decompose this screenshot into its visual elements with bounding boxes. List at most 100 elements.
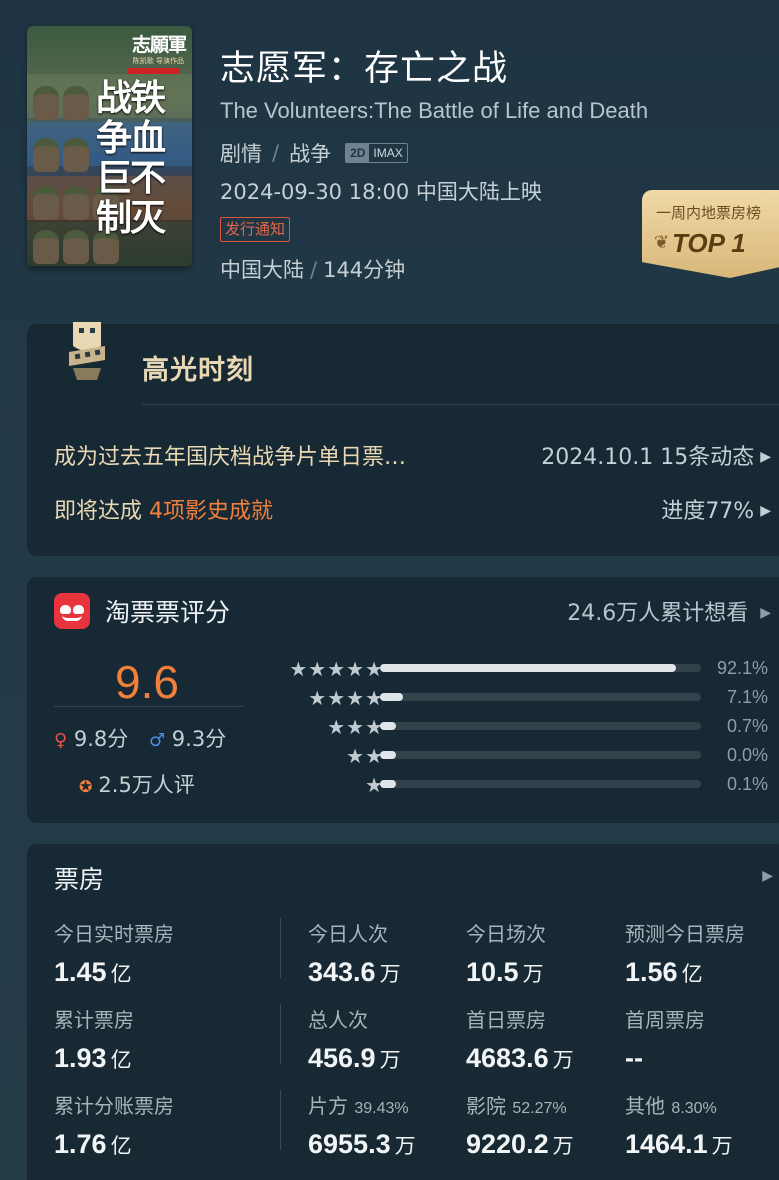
- genre-drama: 剧情: [220, 142, 262, 166]
- separator: /: [272, 141, 280, 165]
- stat-label: 影院 52.27%: [466, 1090, 574, 1119]
- rating-title: 淘票票评分: [105, 598, 231, 627]
- divider: [280, 918, 281, 978]
- poster-title: 战铁 争血 巨不 制灭: [96, 77, 166, 239]
- stat-label-percent: 8.30%: [671, 1100, 717, 1117]
- stat-value: 1.56 亿: [625, 957, 745, 988]
- stat-label: 首周票房: [625, 1008, 705, 1032]
- rating-score: 9.6: [115, 656, 179, 708]
- stat-unit: 亿: [110, 962, 132, 986]
- achievement-progress-link[interactable]: 进度77% ▶: [661, 493, 771, 525]
- stat-label: 首日票房: [466, 1008, 546, 1032]
- stat-value: 6955.3 万: [308, 1129, 416, 1160]
- stat-today-box-office: 今日实时票房 1.45 亿: [54, 918, 174, 988]
- format-imax: IMAX: [373, 146, 403, 160]
- dist-bar-track: [380, 693, 701, 701]
- highlight-item-text[interactable]: 成为过去五年国庆档战争片单日票…: [54, 439, 406, 471]
- dist-percent: 0.1%: [726, 774, 768, 794]
- stat-number: 1.93: [54, 1043, 107, 1073]
- stars-icon: ★★★★: [308, 686, 384, 710]
- star-icon: ✪: [79, 777, 93, 796]
- highlights-title: 高光时刻: [142, 355, 254, 386]
- stat-producer-share: 片方 39.43% 6955.3 万: [308, 1090, 416, 1160]
- want-count: 24.6万人累计想看: [567, 601, 749, 626]
- stat-first-day: 首日票房 4683.6 万: [466, 1004, 574, 1074]
- release-date: 2024-09-30 18:00 中国大陆上映: [220, 180, 542, 204]
- format-badge: 2D IMAX: [345, 143, 408, 163]
- stat-label: 累计票房: [54, 1008, 134, 1032]
- stat-unit: 亿: [681, 962, 703, 986]
- stat-number: 1464.1: [625, 1129, 708, 1159]
- rating-dist-row: ★★★★★ 92.1%: [244, 658, 779, 679]
- stat-first-week: 首周票房 --: [625, 1004, 705, 1074]
- release-notice-button[interactable]: 发行通知: [220, 217, 291, 242]
- stat-value: --: [625, 1043, 705, 1074]
- duration: 144分钟: [323, 258, 406, 282]
- female-icon: ♀: [54, 730, 68, 751]
- stat-unit: 万: [522, 962, 544, 986]
- arrow-right-icon[interactable]: ▶: [762, 868, 773, 884]
- arrow-right-icon: ▶: [760, 503, 771, 519]
- stat-value: 456.9 万: [308, 1043, 401, 1074]
- rating-card: 淘票票评分 24.6万人累计想看 ▶ 9.6 ♀ 9.8分 ♂ 9.3分 ✪ 2.5…: [27, 577, 779, 823]
- movie-poster[interactable]: 志願軍 陈凯歌 导演作品 战铁 争血 巨不 制灭: [27, 26, 192, 267]
- rating-dist-row: ★★★★ 7.1%: [244, 686, 779, 710]
- box-office-card[interactable]: 票房 ▶ 今日实时票房 1.45 亿 今日人次 343.6 万 今日场次 10.5 万…: [27, 844, 779, 1180]
- stat-value: 343.6 万: [308, 957, 401, 988]
- arrow-right-icon: ▶: [760, 605, 771, 621]
- stat-value: 4683.6 万: [466, 1043, 574, 1074]
- highlight-count: 15条动态: [660, 445, 755, 470]
- stat-unit: 万: [711, 1134, 733, 1158]
- divider: [280, 1004, 281, 1064]
- stat-label-text: 累计分账票房: [54, 1094, 174, 1118]
- stat-split-box-office: 累计分账票房 1.76 亿: [54, 1090, 174, 1160]
- stat-number: 10.5: [466, 957, 519, 987]
- stat-today-admissions: 今日人次 343.6 万: [308, 918, 401, 988]
- achievement-item[interactable]: 即将达成 4项影史成就: [54, 493, 273, 525]
- stat-unit: 万: [379, 1048, 401, 1072]
- gender-scores: ♀ 9.8分 ♂ 9.3分: [54, 723, 226, 753]
- dist-percent: 92.1%: [716, 658, 768, 678]
- dist-bar-track: [380, 751, 701, 759]
- stat-label: 其他 8.30%: [625, 1090, 733, 1119]
- film-trophy-icon: [69, 322, 105, 380]
- stat-label-percent: 52.27%: [512, 1100, 567, 1117]
- genre-line: 剧情 / 战争 2D IMAX: [220, 138, 408, 168]
- stat-label: 片方 39.43%: [308, 1090, 416, 1119]
- rating-dist-row: ★★ 0.0%: [244, 744, 779, 768]
- box-office-title: 票房: [54, 865, 105, 894]
- dist-bar-fill: [380, 664, 676, 672]
- male-score: 9.3分: [171, 727, 227, 751]
- achievement-count: 4项影史成就: [149, 499, 274, 524]
- divider: [54, 706, 244, 707]
- stat-other-share: 其他 8.30% 1464.1 万: [625, 1090, 733, 1160]
- dist-bar-track: [380, 780, 701, 788]
- female-score: 9.8分: [73, 727, 129, 751]
- stat-total-admissions: 总人次 456.9 万: [308, 1004, 401, 1074]
- stat-forecast-today: 预测今日票房 1.56 亿: [625, 918, 745, 988]
- highlight-date: 2024.10.1: [541, 445, 654, 470]
- stars-icon: ★★: [346, 744, 384, 768]
- stat-unit: 万: [394, 1134, 416, 1158]
- stat-unit: 万: [552, 1134, 574, 1158]
- stat-value: 10.5 万: [466, 957, 546, 988]
- highlights-card: 高光时刻 成为过去五年国庆档战争片单日票… 2024.10.1 15条动态 ▶ 即…: [27, 322, 779, 556]
- highlight-item-link[interactable]: 2024.10.1 15条动态 ▶: [541, 439, 771, 471]
- stat-label: 预测今日票房: [625, 922, 745, 946]
- stars-icon: ★★★: [327, 715, 384, 739]
- stat-label-percent: 39.43%: [354, 1100, 409, 1117]
- stat-unit: 万: [552, 1048, 574, 1072]
- stat-unit: 亿: [110, 1134, 132, 1158]
- stat-label-text: 其他: [625, 1094, 665, 1118]
- divider: [142, 404, 779, 405]
- stat-label-text: 片方: [308, 1094, 348, 1118]
- movie-title-cn: 志愿军：存亡之战: [220, 49, 509, 89]
- dist-percent: 7.1%: [726, 687, 768, 707]
- weekly-rank-badge[interactable]: 一周内地票房榜 ❦ TOP 1: [642, 190, 779, 278]
- stat-number: 1.56: [625, 957, 678, 987]
- achievement-progress: 进度77%: [661, 499, 755, 524]
- meta-line: 中国大陆/144分钟: [220, 254, 405, 284]
- stat-label: 今日实时票房: [54, 922, 174, 946]
- want-to-watch-link[interactable]: 24.6万人累计想看 ▶: [567, 595, 771, 627]
- laurel-icon: ❦: [654, 232, 670, 253]
